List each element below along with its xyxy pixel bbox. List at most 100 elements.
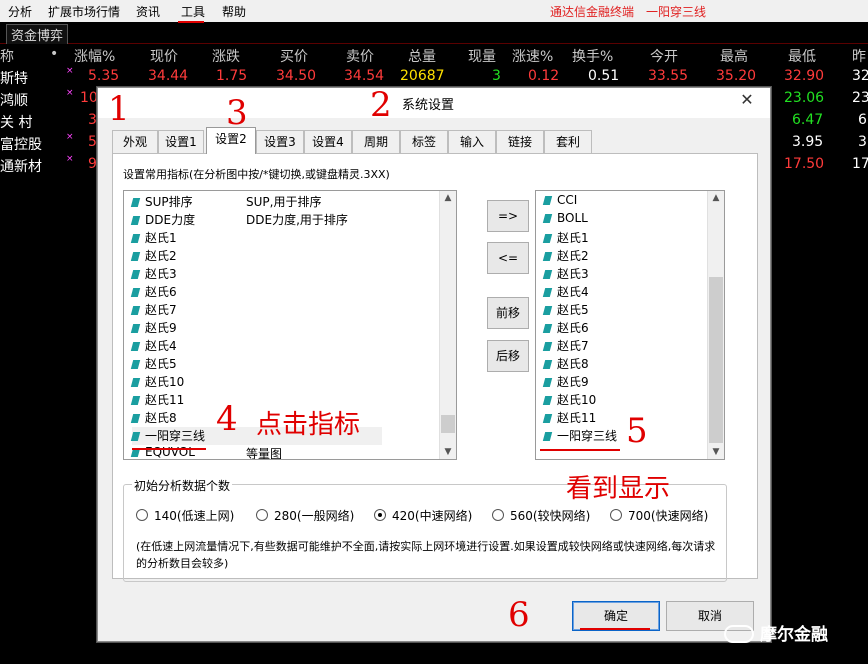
indicator-name: 赵氏8 <box>557 357 589 371</box>
indicator-hint: 设置常用指标(在分析图中按/*键切换,或键盘精灵.3XX) <box>123 168 390 181</box>
indicator-icon <box>542 270 553 279</box>
left-list-scrollbar[interactable]: ▲ ▼ <box>439 191 456 459</box>
indicator-icon <box>542 414 553 423</box>
indicator-icon <box>542 288 553 297</box>
system-settings-dialog: 系统设置 ✕ 外观 设置1 设置2 设置3 设置4 周期 标签 输入 链接 套利… <box>97 87 771 642</box>
dialog-titlebar[interactable]: 系统设置 ✕ <box>98 88 770 118</box>
list-item[interactable]: 赵氏4 <box>542 283 589 301</box>
close-icon[interactable]: ✕ <box>732 90 762 110</box>
col-turnover[interactable]: 换手% <box>572 46 613 66</box>
list-item[interactable]: 赵氏8 <box>130 409 177 427</box>
list-item[interactable]: 赵氏5 <box>130 355 177 373</box>
list-item[interactable]: BOLL <box>542 211 588 229</box>
radio-140[interactable]: 140(低速上网) <box>136 507 234 524</box>
menu-news[interactable]: 资讯 <box>136 3 160 20</box>
list-item[interactable]: 赵氏6 <box>130 283 177 301</box>
indicator-icon <box>542 196 553 205</box>
list-item[interactable]: 赵氏5 <box>542 301 589 319</box>
settings2-panel: 设置常用指标(在分析图中按/*键切换,或键盘精灵.3XX) SUP排序 SUP,用… <box>112 153 758 582</box>
list-item[interactable]: 赵氏6 <box>542 319 589 337</box>
menu-tools[interactable]: 工具 <box>181 3 205 20</box>
tab-settings3[interactable]: 设置3 <box>256 130 304 153</box>
radio-700[interactable]: 700(快速网络) <box>610 507 708 524</box>
col-diff[interactable]: 涨跌 <box>212 46 240 66</box>
tab-arbitrage[interactable]: 套利 <box>544 130 592 153</box>
tab-label[interactable]: 标签 <box>400 130 448 153</box>
list-item[interactable]: 赵氏9 <box>542 373 589 391</box>
list-item[interactable]: 赵氏9 <box>130 319 177 337</box>
menu-analysis[interactable]: 分析 <box>8 3 32 20</box>
tab-appearance[interactable]: 外观 <box>112 130 158 153</box>
ok-button[interactable]: 确定 <box>572 601 660 631</box>
indicator-name: 一阳穿三线 <box>145 429 206 443</box>
col-high[interactable]: 最高 <box>720 46 748 66</box>
col-low[interactable]: 最低 <box>788 46 816 66</box>
list-item[interactable]: DDE力度 DDE力度,用于排序 <box>130 211 348 229</box>
list-item[interactable]: 赵氏11 <box>130 391 184 409</box>
scroll-up-icon[interactable]: ▲ <box>440 191 456 205</box>
list-item[interactable]: 赵氏7 <box>130 301 177 319</box>
move-down-button[interactable]: 后移 <box>487 340 529 372</box>
turnover: 0.51 <box>588 68 620 84</box>
indicator-name: 赵氏3 <box>557 267 589 281</box>
tab-link[interactable]: 链接 <box>496 130 544 153</box>
list-item[interactable]: 赵氏3 <box>130 265 177 283</box>
tab-period[interactable]: 周期 <box>352 130 400 153</box>
list-item[interactable]: 赵氏10 <box>542 391 597 409</box>
menu-extended-market[interactable]: 扩展市场行情 <box>48 3 120 20</box>
col-change-pct[interactable]: 涨幅% <box>74 46 115 66</box>
scroll-thumb[interactable] <box>709 277 723 443</box>
tab-settings2[interactable]: 设置2 <box>206 127 256 154</box>
radio-label: 140(低速上网) <box>154 509 235 523</box>
list-item[interactable]: 赵氏1 <box>542 229 589 247</box>
radio-420[interactable]: 420(中速网络) <box>374 507 472 524</box>
col-volume[interactable]: 总量 <box>408 46 436 66</box>
tab-fund-game[interactable]: 资金博弈 <box>6 24 69 45</box>
list-item[interactable]: 一阳穿三线 <box>542 427 617 445</box>
col-ask[interactable]: 卖价 <box>346 46 374 66</box>
scroll-down-icon[interactable]: ▼ <box>440 445 456 459</box>
col-price[interactable]: 现价 <box>150 46 178 66</box>
tab-settings1[interactable]: 设置1 <box>158 130 204 153</box>
remove-indicator-button[interactable]: <= <box>487 242 529 274</box>
menu-help[interactable]: 帮助 <box>222 3 246 20</box>
price: 34.44 <box>148 68 189 84</box>
stock-name: 关 村 <box>0 115 33 131</box>
list-item[interactable]: 赵氏1 <box>130 229 177 247</box>
scroll-thumb[interactable] <box>441 415 455 433</box>
scroll-up-icon[interactable]: ▲ <box>708 191 724 205</box>
list-item[interactable]: 赵氏2 <box>542 247 589 265</box>
list-item[interactable]: 赵氏7 <box>542 337 589 355</box>
list-item[interactable]: 赵氏3 <box>542 265 589 283</box>
indicator-icon <box>542 360 553 369</box>
stock-name: 富控股 <box>0 137 42 153</box>
right-list-scrollbar[interactable]: ▲ ▼ <box>707 191 724 459</box>
list-item[interactable]: 赵氏2 <box>130 247 177 265</box>
col-name[interactable]: 称 <box>0 46 14 66</box>
watermark: 摩尔金融 <box>724 620 828 645</box>
indicator-name: 赵氏10 <box>557 393 597 407</box>
list-item[interactable]: CCI <box>542 193 577 211</box>
col-speed[interactable]: 涨速% <box>512 46 553 66</box>
list-item[interactable]: 赵氏8 <box>542 355 589 373</box>
col-prev[interactable]: 昨 <box>852 46 866 66</box>
scroll-down-icon[interactable]: ▼ <box>708 445 724 459</box>
list-item[interactable]: 赵氏4 <box>130 337 177 355</box>
col-cur-vol[interactable]: 现量 <box>468 46 496 66</box>
move-up-button[interactable]: 前移 <box>487 297 529 329</box>
annotation-step-6: 6 <box>508 595 530 635</box>
radio-icon <box>256 509 268 521</box>
list-item[interactable]: 赵氏10 <box>130 373 184 391</box>
indicator-icon <box>130 324 141 333</box>
col-open[interactable]: 今开 <box>650 46 678 66</box>
list-item[interactable]: 赵氏11 <box>542 409 596 427</box>
col-bid[interactable]: 买价 <box>280 46 308 66</box>
add-indicator-button[interactable]: => <box>487 200 529 232</box>
tab-input[interactable]: 输入 <box>448 130 496 153</box>
radio-280[interactable]: 280(一般网络) <box>256 507 354 524</box>
tab-settings4[interactable]: 设置4 <box>304 130 352 153</box>
table-row[interactable]: 斯特 × 5.35 34.44 1.75 34.50 34.54 20687 3… <box>0 66 868 88</box>
bid: 34.50 <box>276 68 317 84</box>
list-item[interactable]: SUP排序 SUP,用于排序 <box>130 193 321 211</box>
radio-560[interactable]: 560(较快网络) <box>492 507 590 524</box>
